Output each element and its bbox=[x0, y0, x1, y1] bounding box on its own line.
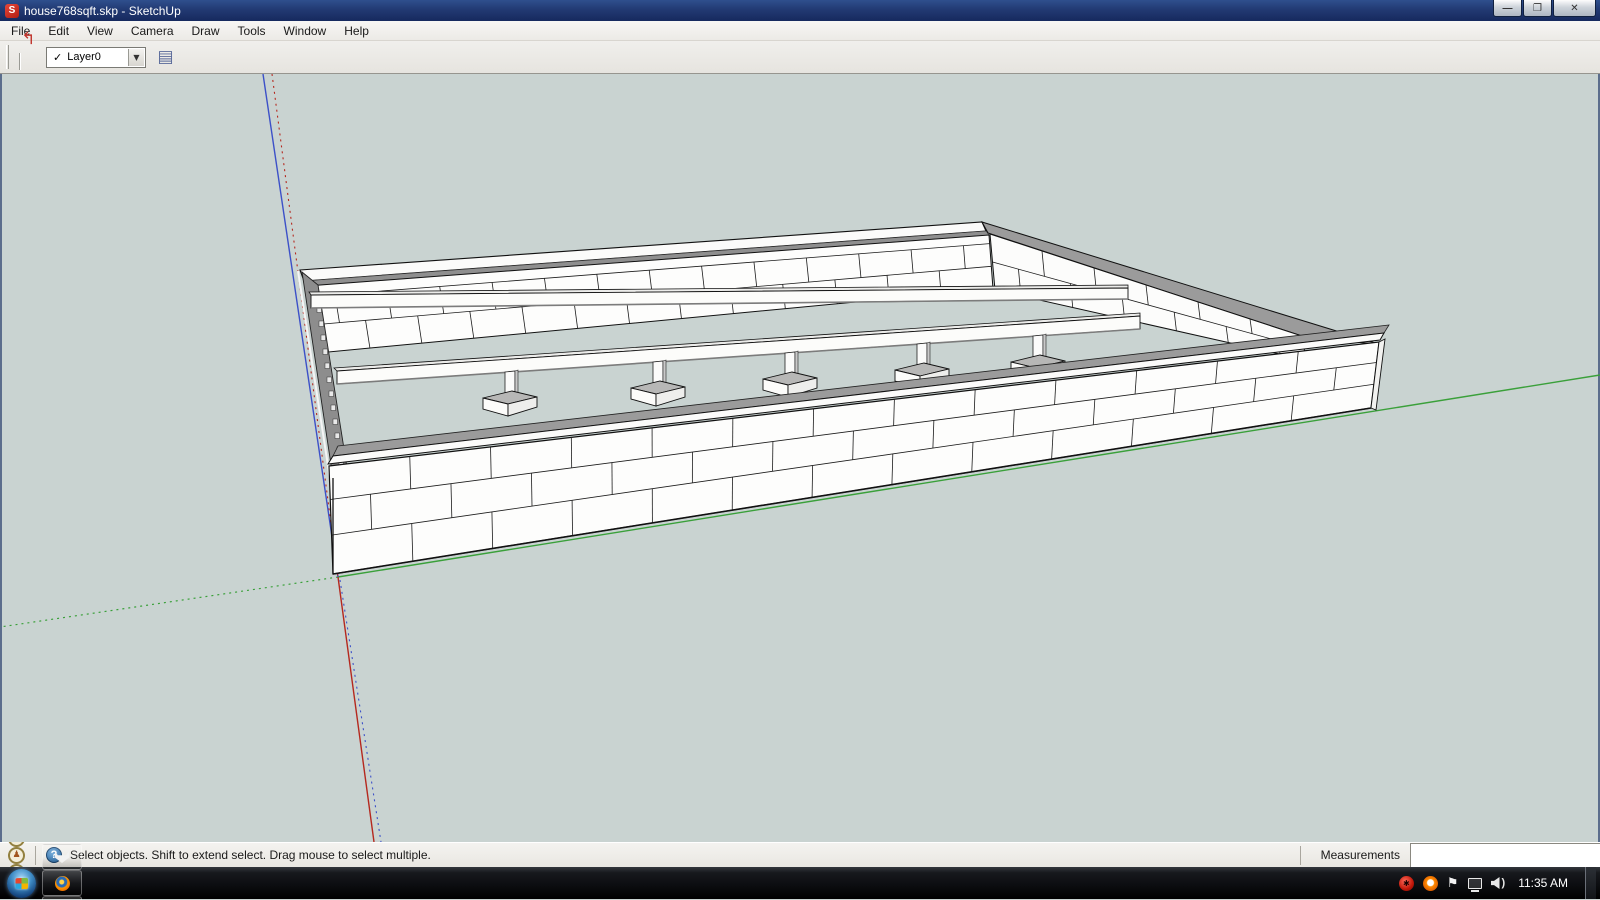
action-center-flag-icon[interactable]: ⚑ bbox=[1447, 876, 1459, 891]
statusbar-divider-2 bbox=[1300, 846, 1301, 865]
windows-flag-icon bbox=[15, 877, 28, 888]
restore-button[interactable]: ❐ bbox=[1523, 0, 1552, 17]
menu-view[interactable]: View bbox=[78, 22, 122, 40]
minimize-button[interactable]: — bbox=[1493, 0, 1522, 17]
layer-manager-button[interactable]: ▤ bbox=[152, 44, 179, 71]
app-sketchup-taskbar-button[interactable]: ✎ bbox=[42, 896, 82, 900]
app-fox-icon bbox=[55, 851, 69, 863]
layer-checkmark-icon: ✓ bbox=[53, 51, 62, 64]
app-firefox-icon bbox=[55, 876, 70, 891]
antivirus-tray-icon[interactable]: ✱ bbox=[1399, 876, 1414, 891]
menu-camera[interactable]: Camera bbox=[122, 22, 183, 40]
clock[interactable]: 11:35 AM bbox=[1514, 876, 1576, 890]
close-button[interactable]: ✕ bbox=[1553, 0, 1596, 17]
start-button[interactable] bbox=[7, 869, 36, 898]
window-title: house768sqft.skp - SketchUp bbox=[24, 4, 181, 18]
layer-dropdown-arrow-icon[interactable]: ▼ bbox=[128, 49, 144, 66]
taskbar: ✎ ✱ ⚑ ) 11:35 AM bbox=[0, 867, 1600, 899]
sketchup-logo-icon: S bbox=[5, 4, 19, 18]
menu-edit[interactable]: Edit bbox=[39, 22, 78, 40]
app-firefox-taskbar-button[interactable] bbox=[42, 870, 82, 896]
offset-tool-button[interactable]: ↰ bbox=[15, 26, 42, 53]
window-controls: — ❐ ✕ bbox=[1493, 0, 1596, 17]
menu-tools[interactable]: Tools bbox=[229, 22, 275, 40]
network-icon[interactable] bbox=[1468, 878, 1482, 889]
toolbar-grip[interactable] bbox=[6, 45, 9, 69]
modeling-viewport[interactable] bbox=[0, 74, 1600, 842]
layer-dropdown-value: Layer0 bbox=[67, 51, 101, 63]
volume-icon[interactable]: ) bbox=[1491, 877, 1506, 889]
layer-dropdown[interactable]: ✓ Layer0 ▼ bbox=[46, 47, 146, 68]
menu-window[interactable]: Window bbox=[275, 22, 336, 40]
status-bar: ✶♟↻ ? Select objects. Shift to extend se… bbox=[0, 842, 1600, 867]
show-desktop-button[interactable] bbox=[1585, 867, 1596, 899]
foundation-3d-model[interactable] bbox=[0, 74, 1600, 842]
toolbar: ↖✎■●◠❒▰◎✒⇧❖↻↰↺☜⚲⊠⇩▱⌂♙◉⇓⇑❒ ✓ Layer0 ▼ ▤ bbox=[0, 41, 1600, 74]
credit-status-icon[interactable]: ♟ bbox=[8, 847, 25, 864]
menu-help[interactable]: Help bbox=[335, 22, 378, 40]
measurements-label: Measurements bbox=[1311, 848, 1410, 862]
app-fox-taskbar-button[interactable] bbox=[42, 844, 82, 870]
updater-tray-icon[interactable] bbox=[1423, 876, 1438, 891]
menu-bar: FileEditViewCameraDrawToolsWindowHelp bbox=[0, 21, 1600, 41]
measurements-input[interactable] bbox=[1410, 843, 1600, 868]
title-bar: S house768sqft.skp - SketchUp — ❐ ✕ bbox=[0, 0, 1600, 21]
system-tray: ✱ ⚑ ) 11:35 AM bbox=[1399, 867, 1600, 899]
status-message: Select objects. Shift to extend select. … bbox=[70, 848, 431, 862]
menu-draw[interactable]: Draw bbox=[183, 22, 229, 40]
toolbar-separator bbox=[19, 53, 21, 70]
